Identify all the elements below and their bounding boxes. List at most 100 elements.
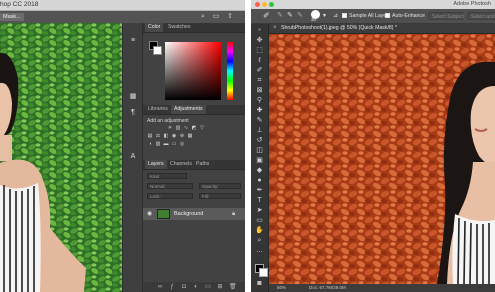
zoom-window-icon[interactable] bbox=[269, 2, 274, 7]
photo-filter-icon[interactable]: ◉ bbox=[171, 134, 177, 139]
toolbar-collapse-icon[interactable]: » bbox=[254, 26, 265, 35]
exposure-icon[interactable]: ◩ bbox=[191, 126, 197, 131]
quick-selection-icon[interactable]: ✐ bbox=[254, 66, 265, 75]
more-tools-icon[interactable]: … bbox=[254, 246, 265, 255]
frame-tool-icon[interactable]: ⊠ bbox=[254, 86, 265, 95]
move-tool-icon[interactable]: ✥ bbox=[254, 36, 265, 45]
new-layer-icon[interactable]: ⊞ bbox=[217, 284, 223, 290]
sample-all-layers-checkbox[interactable] bbox=[342, 13, 347, 18]
tab-swatches[interactable]: Swatches bbox=[165, 23, 194, 32]
background-color-swatch[interactable] bbox=[259, 268, 268, 277]
blur-tool-icon[interactable]: ◆ bbox=[254, 166, 265, 175]
hand-tool-icon[interactable]: ✋ bbox=[254, 226, 265, 235]
left-collapsed-panel-strip: ≡ ▦ ¶ A bbox=[122, 23, 143, 292]
levels-icon[interactable]: ▥ bbox=[175, 126, 181, 131]
right-canvas-quick-mask[interactable] bbox=[269, 34, 495, 284]
document-tab[interactable]: × ShrubPhotoshoot(1).jpeg @ 50% (Quick M… bbox=[269, 24, 495, 34]
hue-saturation-icon[interactable]: ▤ bbox=[147, 134, 153, 139]
properties-icon[interactable]: ▦ bbox=[129, 93, 137, 101]
marquee-tool-icon[interactable]: ⬚ bbox=[254, 46, 265, 55]
link-layers-icon[interactable]: ∞ bbox=[157, 284, 163, 290]
history-brush-icon[interactable]: ↺ bbox=[254, 136, 265, 145]
auto-enhance-checkbox[interactable] bbox=[385, 13, 390, 18]
channel-mixer-icon[interactable]: ⊕ bbox=[179, 134, 185, 139]
layer-row-background[interactable]: ◉ Background 🔒︎ bbox=[143, 208, 245, 220]
lock-options[interactable]: Lock: bbox=[147, 193, 193, 199]
fill-field[interactable]: Fill: bbox=[199, 193, 241, 199]
crop-tool-icon[interactable]: ⌗ bbox=[254, 76, 265, 85]
select-subject-button[interactable]: Select Subject bbox=[428, 12, 464, 20]
add-mask-icon[interactable]: ◘ bbox=[181, 284, 187, 290]
tab-libraries[interactable]: Libraries bbox=[145, 105, 171, 114]
workspace-icon[interactable]: ▭ bbox=[212, 13, 220, 21]
clone-stamp-icon[interactable]: ⊥ bbox=[254, 126, 265, 135]
curves-icon[interactable]: ∿ bbox=[183, 126, 189, 131]
new-group-icon[interactable]: ▭ bbox=[205, 284, 211, 290]
type-tool-icon[interactable]: T bbox=[254, 196, 265, 205]
close-window-icon[interactable] bbox=[255, 2, 260, 7]
opacity-field[interactable]: Opacity: bbox=[199, 183, 241, 189]
healing-brush-icon[interactable]: ✚ bbox=[254, 106, 265, 115]
tab-paths[interactable]: Paths bbox=[193, 160, 212, 169]
zoom-level[interactable]: 50% bbox=[277, 284, 286, 292]
posterize-icon[interactable]: ▨ bbox=[155, 142, 161, 147]
search-icon[interactable]: ⌕ bbox=[199, 13, 207, 21]
eyedropper-tool-icon[interactable]: ⚲ bbox=[254, 96, 265, 105]
eraser-tool-icon[interactable]: ◫ bbox=[254, 146, 265, 155]
character-icon[interactable]: A bbox=[129, 153, 137, 161]
color-field[interactable] bbox=[165, 42, 221, 100]
background-color-swatch[interactable] bbox=[153, 46, 162, 55]
layer-filter-kind[interactable]: Kind bbox=[147, 173, 187, 179]
select-and-mask-button[interactable]: Select and M bbox=[467, 12, 495, 20]
path-selection-icon[interactable]: ➤ bbox=[254, 206, 265, 215]
brightness-icon[interactable]: ☀ bbox=[167, 126, 173, 131]
rectangle-tool-icon[interactable]: ▭ bbox=[254, 216, 265, 225]
pen-tool-icon[interactable]: ✒ bbox=[254, 186, 265, 195]
brush-tool-icon[interactable]: ✎ bbox=[254, 116, 265, 125]
history-icon[interactable]: ≡ bbox=[129, 37, 137, 45]
left-window-title: hop CC 2018 bbox=[0, 1, 39, 8]
left-canvas-photo[interactable] bbox=[0, 23, 122, 292]
brush-options-icon[interactable]: ▾ bbox=[323, 12, 326, 20]
dodge-tool-icon[interactable]: ● bbox=[254, 176, 265, 185]
angle-icon[interactable]: ⊿ bbox=[333, 12, 338, 20]
quick-mask-photo bbox=[269, 34, 495, 284]
color-lookup-icon[interactable]: ▦ bbox=[187, 134, 193, 139]
tab-layers[interactable]: Layers bbox=[145, 160, 167, 169]
select-and-mask-button[interactable]: Mask... bbox=[0, 13, 24, 21]
tab-color[interactable]: Color bbox=[145, 23, 164, 32]
right-title-bar: Adobe Photosh bbox=[251, 0, 495, 9]
tab-adjustments[interactable]: Adjustments bbox=[171, 105, 206, 114]
subtract-selection-icon[interactable]: ✎ bbox=[297, 12, 303, 20]
minimize-window-icon[interactable] bbox=[262, 2, 267, 7]
close-tab-icon[interactable]: × bbox=[273, 24, 277, 33]
visibility-eye-icon[interactable]: ◉ bbox=[147, 211, 152, 217]
new-selection-icon[interactable]: ✎ bbox=[277, 12, 283, 20]
tab-channels[interactable]: Channels bbox=[167, 160, 195, 169]
threshold-icon[interactable]: ▬ bbox=[163, 142, 169, 147]
color-balance-icon[interactable]: ⚖ bbox=[155, 134, 161, 139]
layers-panel-tabs: Layers Channels Paths bbox=[143, 160, 245, 170]
black-white-icon[interactable]: ◧ bbox=[163, 134, 169, 139]
adjust-panel-tabs: Libraries Adjustments bbox=[143, 105, 245, 115]
add-selection-icon[interactable]: ✎ bbox=[287, 12, 293, 20]
paragraph-icon[interactable]: ¶ bbox=[129, 109, 137, 117]
adjustment-layer-icon[interactable]: ◐ bbox=[193, 284, 199, 290]
selective-color-icon[interactable]: ◎ bbox=[179, 142, 185, 147]
layers-bottom-bar: ∞ ƒ ◘ ◐ ▭ ⊞ 🗑︎ bbox=[143, 282, 245, 292]
gradient-map-icon[interactable]: ▭ bbox=[171, 142, 177, 147]
hue-slider[interactable] bbox=[227, 42, 233, 100]
layer-name: Background bbox=[174, 211, 204, 217]
quick-selection-tool-icon[interactable]: ✐ bbox=[263, 12, 270, 20]
blend-mode-select[interactable]: Normal bbox=[147, 183, 193, 189]
invert-icon[interactable]: ◑ bbox=[147, 142, 153, 147]
gradient-tool-icon[interactable]: ▣ bbox=[254, 156, 265, 165]
quick-mask-icon[interactable]: ◙ bbox=[254, 279, 265, 288]
zoom-tool-icon[interactable]: ⌕ bbox=[254, 236, 265, 245]
share-icon[interactable]: ⇧ bbox=[226, 13, 234, 21]
document-tab-title: ShrubPhotoshoot(1).jpeg @ 50% (Quick Mas… bbox=[281, 25, 397, 31]
delete-layer-icon[interactable]: 🗑︎ bbox=[229, 284, 237, 290]
layer-style-icon[interactable]: ƒ bbox=[169, 284, 175, 290]
lasso-tool-icon[interactable]: ℓ bbox=[254, 56, 265, 65]
vibrance-icon[interactable]: ▽ bbox=[199, 126, 205, 131]
